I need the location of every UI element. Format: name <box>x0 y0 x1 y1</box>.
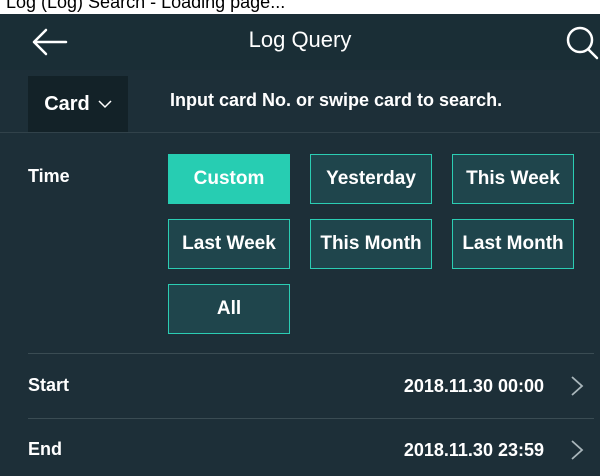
search-icon <box>566 26 599 60</box>
time-label: Time <box>28 166 70 186</box>
time-option-yesterday[interactable]: Yesterday <box>310 154 432 204</box>
card-search-hint[interactable]: Input card No. or swipe card to search. <box>170 90 502 111</box>
chevron-right-icon <box>571 376 584 396</box>
search-type-label: Card <box>44 92 90 115</box>
page-title: Log Query <box>248 27 352 52</box>
time-option-last-week[interactable]: Last Week <box>168 219 290 269</box>
search-type-dropdown[interactable]: Card <box>28 76 128 132</box>
time-option-this-week[interactable]: This Week <box>452 154 574 204</box>
start-time-value: 2018.11.30 00:00 <box>403 376 544 396</box>
time-option-last-month[interactable]: Last Month <box>452 219 574 269</box>
search-button[interactable] <box>560 24 600 60</box>
time-option-all[interactable]: All <box>168 284 290 334</box>
time-option-this-month[interactable]: This Month <box>310 219 432 269</box>
end-time-value: 2018.11.30 23:59 <box>403 440 544 460</box>
cropped-caption: Log (Log) Search - Loading page... <box>6 0 286 12</box>
divider <box>28 418 594 419</box>
chevron-right-icon <box>571 440 584 460</box>
search-filter: Card Input card No. or swipe card to sea… <box>0 70 600 133</box>
header: Log Query <box>0 14 600 70</box>
log-query-screen: Log Query Card Input card No. or swipe c… <box>0 14 600 476</box>
start-label: Start <box>28 375 70 395</box>
end-label: End <box>28 439 62 459</box>
time-option-custom[interactable]: Custom <box>168 154 290 204</box>
divider <box>28 353 594 354</box>
chevron-down-icon <box>98 100 112 109</box>
